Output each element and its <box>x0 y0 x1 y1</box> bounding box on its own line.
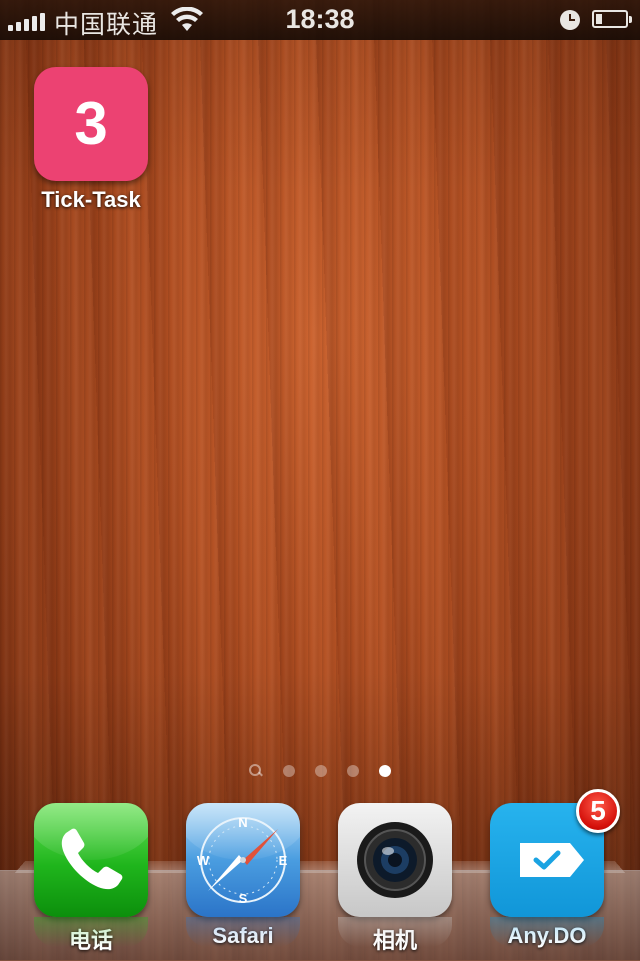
app-tick-task[interactable]: 3 Tick-Task <box>26 67 156 213</box>
page-dot[interactable] <box>283 765 295 777</box>
svg-text:E: E <box>279 853 288 868</box>
tick-task-icon-text: 3 <box>74 90 108 157</box>
camera-reflection <box>338 917 452 947</box>
notification-badge: 5 <box>576 789 620 833</box>
page-dot-active[interactable] <box>379 765 391 777</box>
battery-icon <box>592 10 632 28</box>
search-page-icon[interactable] <box>249 764 263 778</box>
battery-level-fill <box>596 14 602 24</box>
safari-reflection <box>186 917 300 947</box>
svg-text:N: N <box>238 815 247 830</box>
safari-compass-icon[interactable]: N S E W <box>186 803 300 917</box>
anydo-reflection <box>490 917 604 947</box>
clock-time: 18:38 <box>285 4 355 34</box>
svg-text:S: S <box>239 891 248 906</box>
phone-reflection <box>34 917 148 947</box>
app-label: Tick-Task <box>41 187 141 212</box>
status-bar: 中国联通 18:38 <box>0 0 640 40</box>
camera-icon[interactable] <box>338 803 452 917</box>
tick-task-icon[interactable]: 3 <box>34 67 148 181</box>
phone-icon[interactable] <box>34 803 148 917</box>
svg-text:W: W <box>197 853 210 868</box>
alarm-icon <box>560 10 580 30</box>
page-dot[interactable] <box>315 765 327 777</box>
page-dot[interactable] <box>347 765 359 777</box>
page-indicator[interactable] <box>0 761 640 781</box>
